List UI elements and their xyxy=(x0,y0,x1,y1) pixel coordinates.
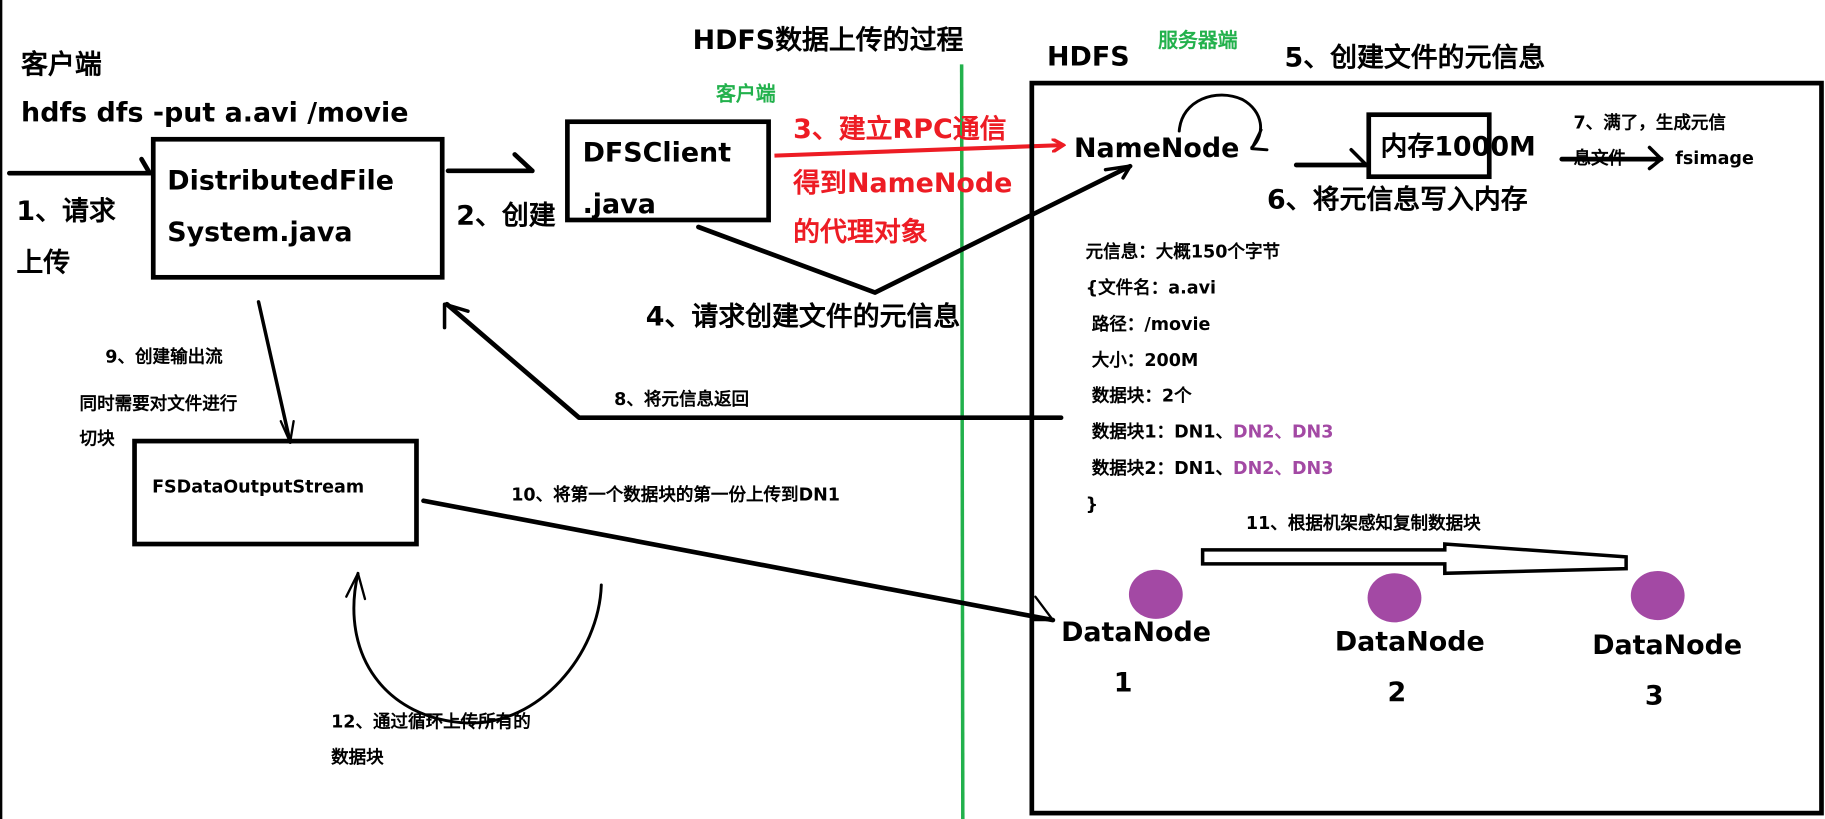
dfs-box-line1: DistributedFile xyxy=(167,166,394,197)
datanode-3-number: 3 xyxy=(1645,680,1664,711)
namenode-label: NameNode xyxy=(1074,133,1239,164)
client-side-label: 客户端 xyxy=(716,83,776,106)
block1-primary: 数据块1：DN1、 xyxy=(1086,422,1233,443)
rpc-arrow xyxy=(774,145,1062,158)
replicate-arrow xyxy=(1200,542,1628,576)
metadata-name: {文件名：a.avi xyxy=(1086,278,1216,299)
step5-label: 5、创建文件的元信息 xyxy=(1285,42,1546,74)
datanode-2-number: 2 xyxy=(1387,677,1406,708)
step1-line1: 1、请求 xyxy=(16,196,115,227)
step1-line2: 上传 xyxy=(16,247,70,278)
dfsclient-box-line2: .java xyxy=(583,189,656,220)
metadata-close: } xyxy=(1086,495,1098,515)
metadata-size: 大小：200M xyxy=(1086,350,1199,371)
datanode-1-label: DataNode xyxy=(1061,617,1211,648)
metadata-blocks: 数据块：2个 xyxy=(1086,385,1192,406)
client-heading: 客户端 xyxy=(21,49,102,81)
distributed-file-system-box xyxy=(150,136,445,280)
datanode-2-icon xyxy=(1367,573,1422,623)
datanode-3-label: DataNode xyxy=(1592,630,1742,661)
server-side-label: 服务器端 xyxy=(1158,29,1238,52)
metadata-path: 路径：/movie xyxy=(1086,314,1211,335)
step12-line2: 数据块 xyxy=(331,747,384,768)
step9-line3: 切块 xyxy=(80,430,116,450)
step12-line1: 12、通过循环上传所有的 xyxy=(331,712,531,733)
metadata-block2: 数据块2：DN1、DN2、DN3 xyxy=(1086,458,1334,479)
step6-label: 6、将元信息写入内存 xyxy=(1267,183,1528,215)
create-stream-arrow xyxy=(256,300,292,445)
datanode-1-icon xyxy=(1128,569,1183,619)
loop-arrow xyxy=(352,571,603,725)
step7-line1: 7、满了，生成元信 xyxy=(1573,113,1725,134)
create-arrowhead xyxy=(512,152,535,174)
diagram-title: HDFS数据上传的过程 xyxy=(693,24,964,56)
memory-box-label: 内存1000M xyxy=(1380,132,1535,163)
dfs-box-line2: System.java xyxy=(167,217,352,248)
metadata-block: 元信息：大概150个字节 {文件名：a.avi 路径：/movie 大小：200… xyxy=(1086,241,1334,515)
step4-label: 4、请求创建文件的元信息 xyxy=(646,300,961,332)
step8-label: 8、将元信息返回 xyxy=(614,389,749,410)
step11-label: 11、根据机架感知复制数据块 xyxy=(1246,513,1481,534)
command-text: hdfs dfs -put a.avi /movie xyxy=(21,98,408,129)
step9-line1: 9、创建输出流 xyxy=(105,347,223,368)
hdfs-label: HDFS xyxy=(1047,42,1130,73)
step3-line2: 得到NameNode xyxy=(792,168,1012,199)
step3-line3: 的代理对象 xyxy=(793,216,928,248)
datanode-3-icon xyxy=(1630,570,1685,621)
fsimage-label: fsimage xyxy=(1675,149,1754,169)
datanode-1-number: 1 xyxy=(1114,667,1133,698)
step2-label: 2、创建 xyxy=(456,201,555,232)
step10-label: 10、将第一个数据块的第一份上传到DN1 xyxy=(511,485,840,506)
diagram-canvas: HDFS数据上传的过程 客户端 hdfs dfs -put a.avi /mov… xyxy=(0,0,1824,819)
block2-primary: 数据块2：DN1、 xyxy=(1086,458,1233,479)
step9-line2: 同时需要对文件进行 xyxy=(80,394,238,415)
block2-replicas: DN2、DN3 xyxy=(1233,459,1333,479)
step3-line1: 3、建立RPC通信 xyxy=(793,113,1006,145)
datanode-2-label: DataNode xyxy=(1335,626,1485,657)
metadata-header: 元信息：大概150个字节 xyxy=(1086,241,1280,262)
stream-box-label: FSDataOutputStream xyxy=(152,478,364,498)
hdfs-upload-diagram: HDFS数据上传的过程 客户端 hdfs dfs -put a.avi /mov… xyxy=(0,0,1825,819)
dfsclient-box-line1: DFSClient xyxy=(583,137,732,168)
metadata-block1: 数据块1：DN1、DN2、DN3 xyxy=(1086,422,1334,443)
block1-replicas: DN2、DN3 xyxy=(1233,423,1333,443)
upload-block-arrow xyxy=(421,498,1056,623)
